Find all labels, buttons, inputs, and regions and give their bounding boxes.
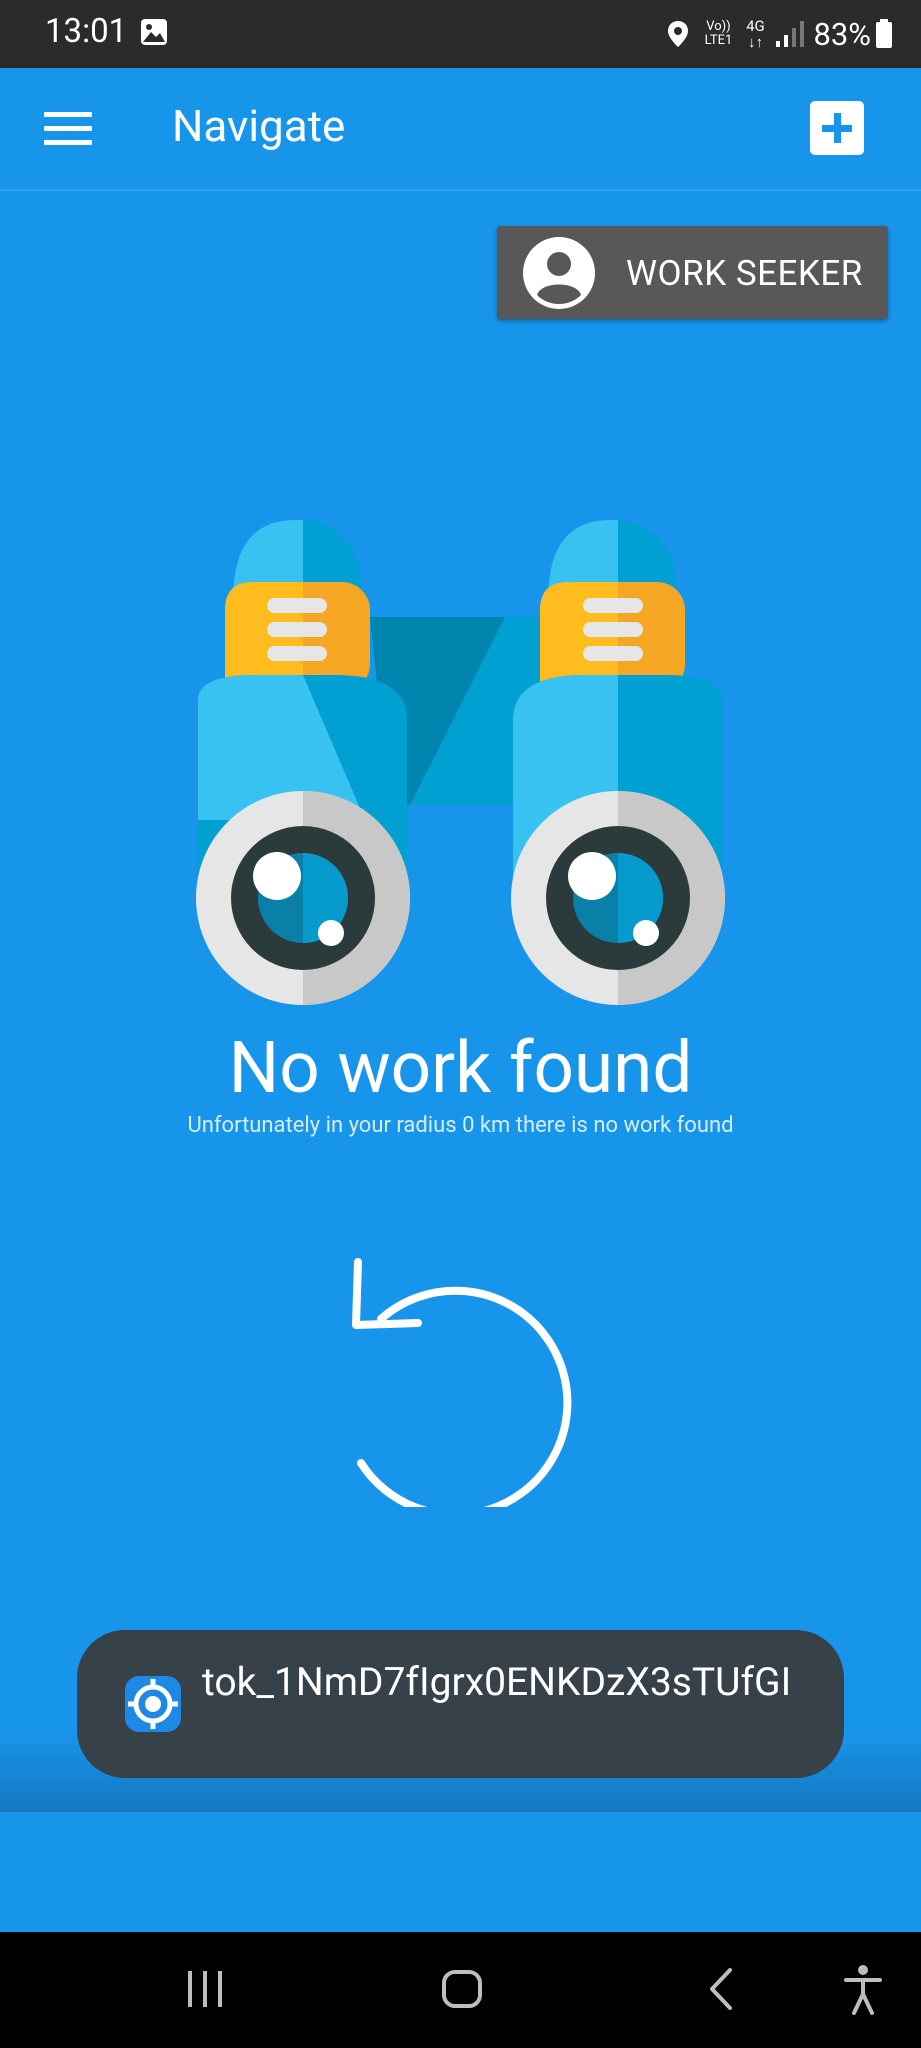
add-button[interactable] xyxy=(810,101,864,155)
app-bar: Navigate xyxy=(0,68,921,191)
app-target-icon xyxy=(125,1676,181,1732)
network-type-label: 4G ↓↑ xyxy=(746,17,765,51)
toast-message: tok_1NmD7fIgrx0ENKDzX3sTUfGI xyxy=(77,1630,844,1778)
binoculars-illustration xyxy=(196,520,725,1005)
back-icon[interactable] xyxy=(706,1964,736,2014)
empty-state-subtitle: Unfortunately in your radius 0 km there … xyxy=(187,1113,734,1138)
accessibility-icon[interactable] xyxy=(843,1964,883,2016)
refresh-icon[interactable] xyxy=(348,1257,573,1507)
status-indicators: Vo)) LTE1 4G ↓↑ 83% xyxy=(667,10,893,58)
network-type-text: 4G xyxy=(746,17,765,35)
battery-icon xyxy=(876,19,892,48)
bottom-area xyxy=(0,1812,921,1932)
gallery-icon xyxy=(141,19,167,45)
work-seeker-button[interactable]: WORK SEEKER xyxy=(497,226,888,319)
toast-text: tok_1NmD7fIgrx0ENKDzX3sTUfGI xyxy=(202,1659,792,1705)
page-title: Navigate xyxy=(172,100,346,152)
signal-icon xyxy=(776,21,805,47)
hamburger-menu-icon[interactable] xyxy=(44,112,92,146)
location-icon xyxy=(668,21,689,47)
empty-state-title: No work found xyxy=(228,1027,693,1110)
work-seeker-label: WORK SEEKER xyxy=(626,253,863,294)
recents-icon[interactable] xyxy=(185,1964,225,2014)
account-circle-icon xyxy=(523,237,595,309)
status-time: 13:01 xyxy=(45,12,128,51)
network-volte-label: Vo)) LTE1 xyxy=(704,19,733,48)
home-icon[interactable] xyxy=(440,1964,484,2014)
status-bar: 13:01 Vo)) LTE1 4G ↓↑ 83% xyxy=(0,0,921,68)
system-nav-bar xyxy=(0,1932,921,2048)
battery-percent: 83% xyxy=(813,15,871,53)
